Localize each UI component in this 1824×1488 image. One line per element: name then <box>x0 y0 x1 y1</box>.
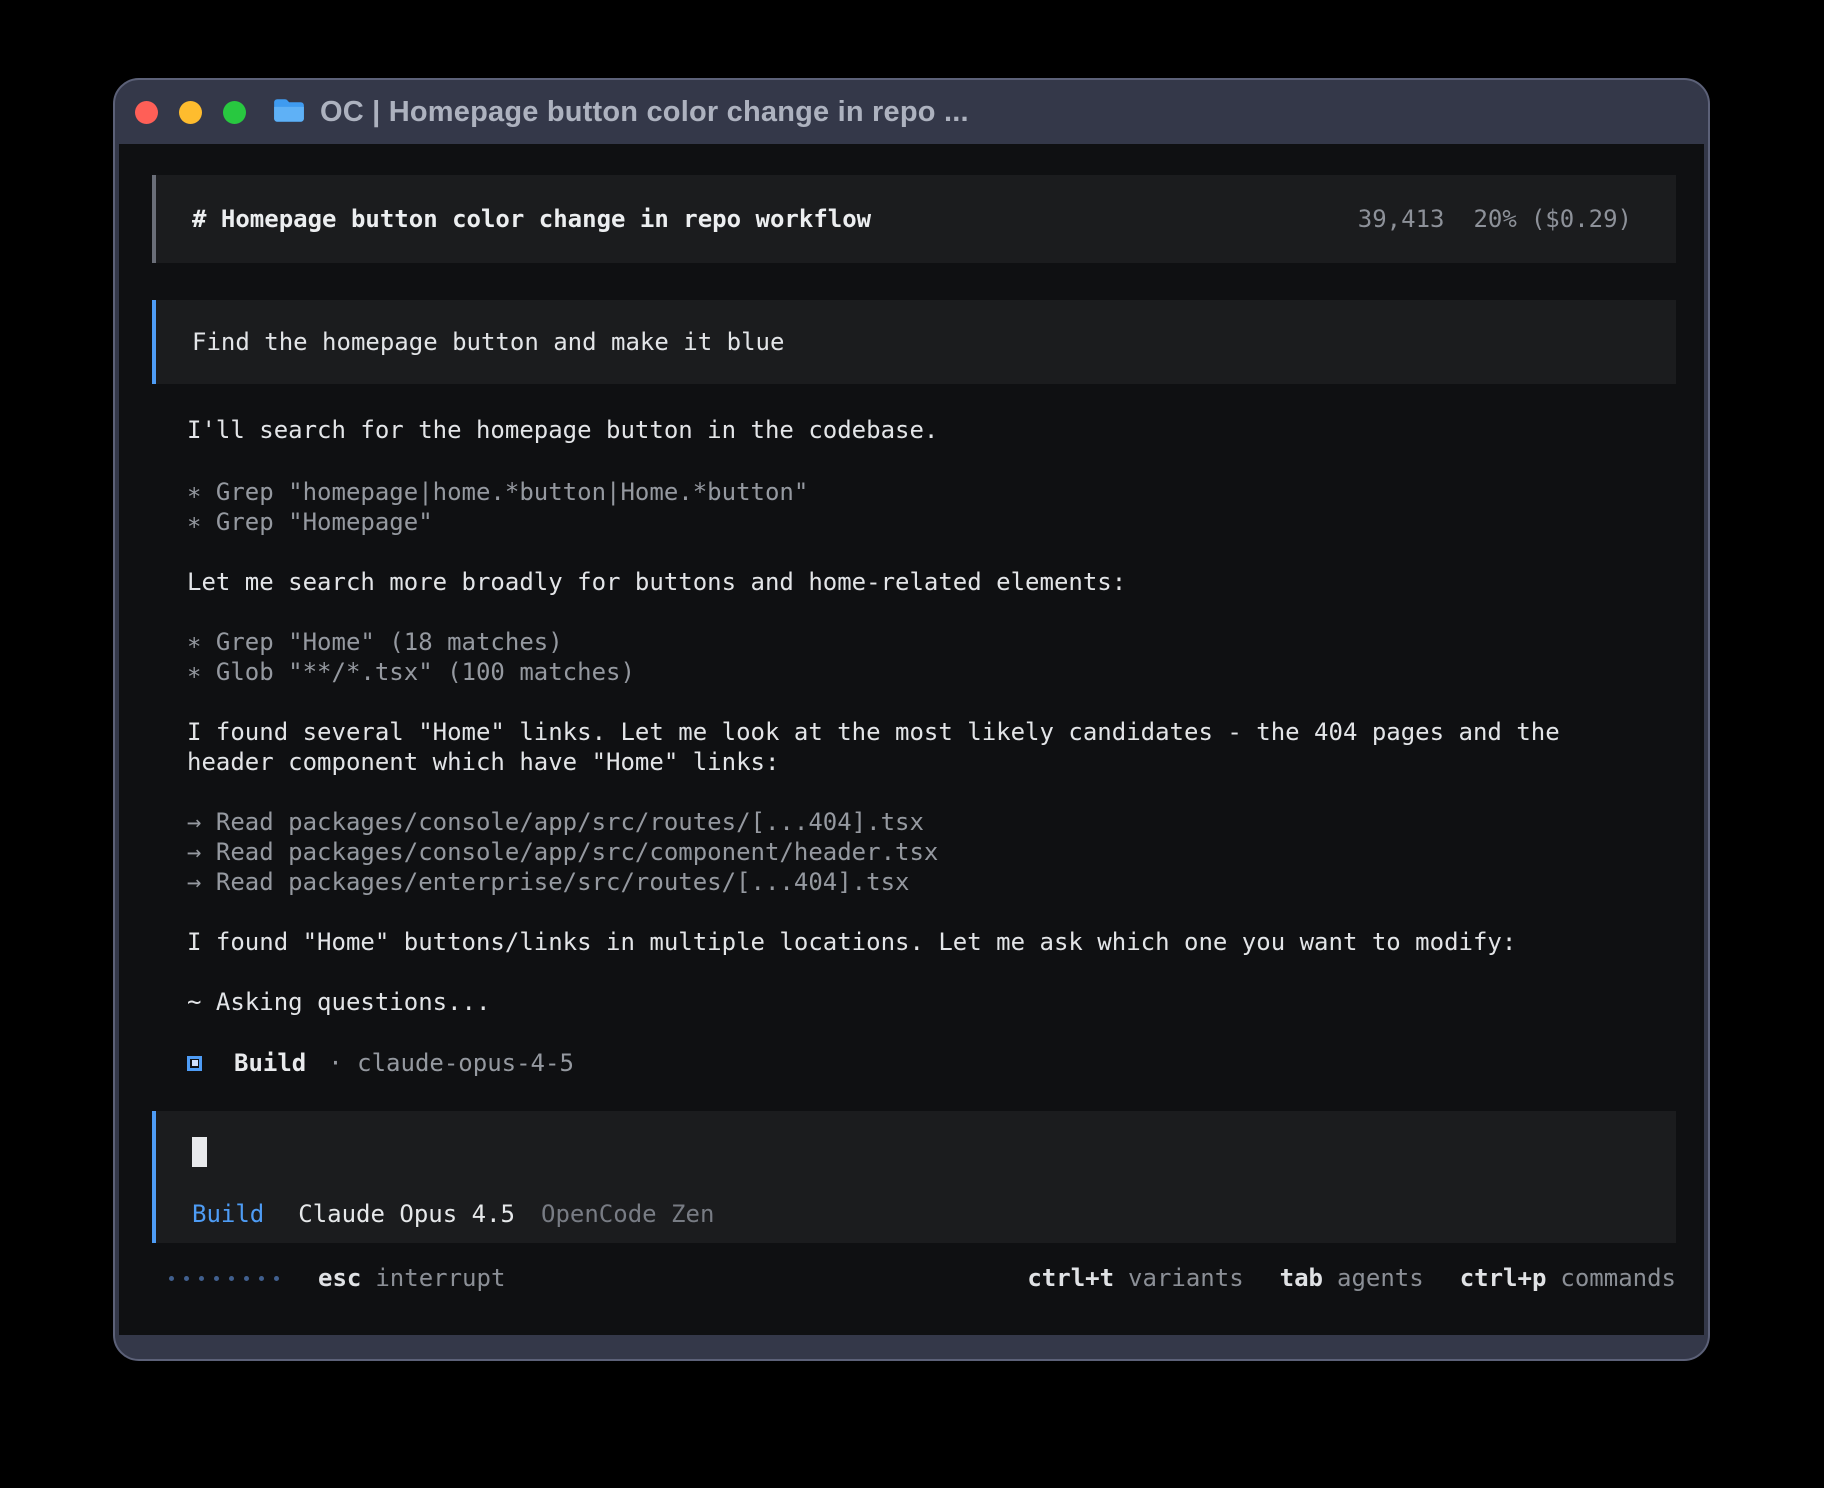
agent-task-model: · claude-opus-4-5 <box>328 1048 574 1078</box>
context-percent: 20% <box>1473 205 1516 233</box>
hint-variants: ctrl+t variants <box>1027 1263 1243 1293</box>
text-cursor <box>192 1137 207 1167</box>
user-message-text: Find the homepage button and make it blu… <box>192 327 784 357</box>
prompt-footer: Build Claude Opus 4.5 OpenCode Zen <box>192 1199 1640 1229</box>
interrupt-label: interrupt <box>375 1263 505 1293</box>
spinner-icon <box>169 1276 279 1281</box>
hint-key: ctrl+t <box>1027 1263 1114 1293</box>
working-status-line: ~ Asking questions... <box>187 987 1676 1017</box>
zoom-button[interactable] <box>223 101 246 124</box>
hint-commands: ctrl+p commands <box>1460 1263 1676 1293</box>
token-count: 39,413 <box>1358 205 1445 233</box>
tool-call-group: ∗ Grep "Home" (18 matches) ∗ Glob "**/*.… <box>187 627 1676 687</box>
model-label: Claude Opus 4.5 <box>298 1199 515 1229</box>
user-message: Find the homepage button and make it blu… <box>152 300 1676 384</box>
agent-active-icon <box>187 1056 202 1071</box>
agent-task-row: Build · claude-opus-4-5 <box>187 1048 1676 1078</box>
terminal-content: # Homepage button color change in repo w… <box>119 144 1704 1293</box>
folder-icon <box>272 98 306 126</box>
hint-key: ctrl+p <box>1460 1263 1547 1293</box>
assistant-text: I found "Home" buttons/links in multiple… <box>187 927 1676 957</box>
terminal-viewport[interactable]: # Homepage button color change in repo w… <box>119 144 1704 1335</box>
hint-key: tab <box>1280 1263 1323 1293</box>
minimize-button[interactable] <box>179 101 202 124</box>
hint-agents: tab agents <box>1280 1263 1424 1293</box>
tool-call-line: ∗ Grep "Home" (18 matches) <box>187 627 1676 657</box>
file-read-group: → Read packages/console/app/src/routes/[… <box>187 807 1676 897</box>
desktop: OC | Homepage button color change in rep… <box>0 0 1824 1488</box>
hint-label: commands <box>1560 1263 1676 1293</box>
status-left: esc interrupt <box>169 1263 505 1293</box>
assistant-text: Let me search more broadly for buttons a… <box>187 567 1676 597</box>
session-cost: ($0.29) <box>1531 205 1632 233</box>
prompt-input[interactable]: Build Claude Opus 4.5 OpenCode Zen <box>152 1111 1676 1243</box>
esc-key-hint: esc <box>318 1263 361 1293</box>
tool-call-line: ∗ Glob "**/*.tsx" (100 matches) <box>187 657 1676 687</box>
assistant-text: I found several "Home" links. Let me loo… <box>187 717 1647 777</box>
file-read-line: → Read packages/enterprise/src/routes/[.… <box>187 867 1676 897</box>
session-title: # Homepage button color change in repo w… <box>192 204 871 234</box>
session-header: # Homepage button color change in repo w… <box>152 175 1676 263</box>
tool-call-line: ∗ Grep "Homepage" <box>187 507 1676 537</box>
file-read-line: → Read packages/console/app/src/routes/[… <box>187 807 1676 837</box>
hint-label: variants <box>1128 1263 1244 1293</box>
hint-label: agents <box>1337 1263 1424 1293</box>
close-button[interactable] <box>135 101 158 124</box>
agent-task-name: Build <box>234 1048 306 1078</box>
assistant-text: I'll search for the homepage button in t… <box>187 415 1676 445</box>
window-titlebar[interactable]: OC | Homepage button color change in rep… <box>115 80 1708 144</box>
active-agent-label: Build <box>192 1199 264 1229</box>
file-read-line: → Read packages/console/app/src/componen… <box>187 837 1676 867</box>
provider-label: OpenCode Zen <box>541 1199 714 1229</box>
tool-call-group: ∗ Grep "homepage|home.*button|Home.*butt… <box>187 477 1676 537</box>
tool-call-line: ∗ Grep "homepage|home.*button|Home.*butt… <box>187 477 1676 507</box>
status-bar: esc interrupt ctrl+t variants tab agents <box>152 1263 1676 1293</box>
terminal-window: OC | Homepage button color change in rep… <box>113 78 1710 1361</box>
status-right: ctrl+t variants tab agents ctrl+p comman… <box>991 1263 1676 1293</box>
window-title: OC | Homepage button color change in rep… <box>320 97 969 127</box>
session-stats: 39,413 20% ($0.29) <box>1358 204 1632 234</box>
